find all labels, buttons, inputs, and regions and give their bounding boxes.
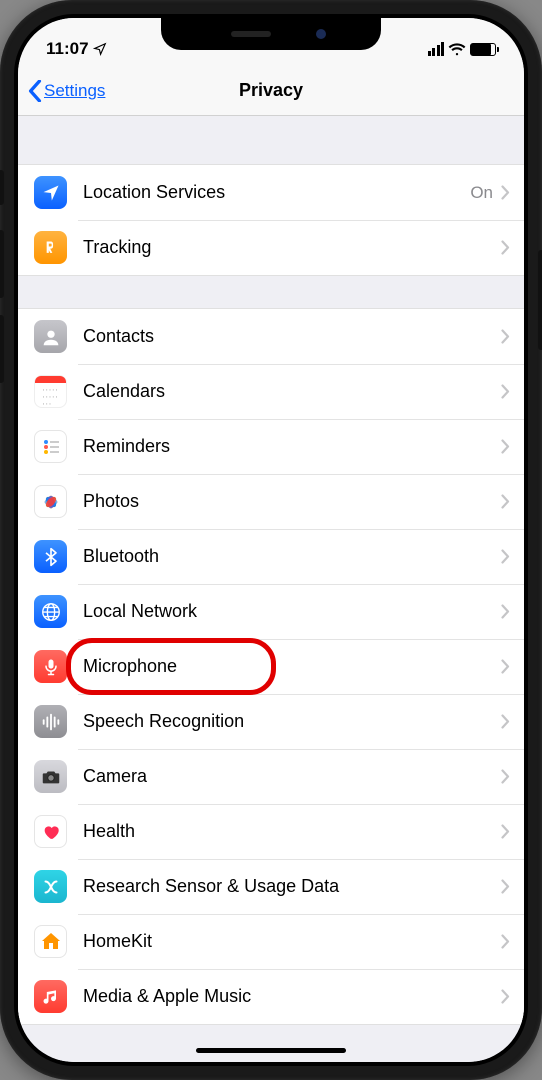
back-button[interactable]: Settings	[28, 80, 105, 102]
globe-icon	[34, 595, 67, 628]
heart-icon	[34, 815, 67, 848]
row-label: Local Network	[83, 601, 501, 622]
cellular-signal-icon	[428, 42, 445, 56]
row-label: Photos	[83, 491, 501, 512]
calendar-icon: ∙∙∙∙∙∙∙∙∙∙∙∙∙	[34, 375, 67, 408]
row-media[interactable]: Media & Apple Music	[18, 969, 524, 1024]
row-label: Bluetooth	[83, 546, 501, 567]
page-title: Privacy	[239, 80, 303, 101]
status-time: 11:07	[46, 39, 89, 59]
chevron-right-icon	[501, 989, 510, 1004]
row-location-services[interactable]: Location Services On	[18, 165, 524, 220]
row-speech-recognition[interactable]: Speech Recognition	[18, 694, 524, 749]
row-label: Reminders	[83, 436, 501, 457]
row-detail: On	[470, 183, 493, 203]
row-label: Contacts	[83, 326, 501, 347]
settings-list[interactable]: Location Services On Tracking	[18, 116, 524, 1062]
row-camera[interactable]: Camera	[18, 749, 524, 804]
row-label: Health	[83, 821, 501, 842]
row-calendars[interactable]: ∙∙∙∙∙∙∙∙∙∙∙∙∙ Calendars	[18, 364, 524, 419]
row-tracking[interactable]: Tracking	[18, 220, 524, 275]
research-icon	[34, 870, 67, 903]
row-label: Tracking	[83, 237, 501, 258]
chevron-left-icon	[28, 80, 42, 102]
chevron-right-icon	[501, 604, 510, 619]
row-microphone[interactable]: Microphone	[18, 639, 524, 694]
row-bluetooth[interactable]: Bluetooth	[18, 529, 524, 584]
row-health[interactable]: Health	[18, 804, 524, 859]
row-label: Microphone	[83, 656, 501, 677]
row-label: HomeKit	[83, 931, 501, 952]
home-indicator[interactable]	[196, 1048, 346, 1053]
chevron-right-icon	[501, 185, 510, 200]
row-homekit[interactable]: HomeKit	[18, 914, 524, 969]
waveform-icon	[34, 705, 67, 738]
location-icon	[34, 176, 67, 209]
row-label: Speech Recognition	[83, 711, 501, 732]
camera-icon	[34, 760, 67, 793]
reminders-icon	[34, 430, 67, 463]
wifi-icon	[448, 42, 466, 56]
row-label: Calendars	[83, 381, 501, 402]
chevron-right-icon	[501, 329, 510, 344]
chevron-right-icon	[501, 549, 510, 564]
battery-icon	[470, 43, 496, 56]
chevron-right-icon	[501, 934, 510, 949]
location-arrow-icon	[93, 42, 107, 56]
photos-icon	[34, 485, 67, 518]
row-local-network[interactable]: Local Network	[18, 584, 524, 639]
chevron-right-icon	[501, 879, 510, 894]
chevron-right-icon	[501, 714, 510, 729]
row-label: Camera	[83, 766, 501, 787]
chevron-right-icon	[501, 384, 510, 399]
row-contacts[interactable]: Contacts	[18, 309, 524, 364]
chevron-right-icon	[501, 439, 510, 454]
chevron-right-icon	[501, 824, 510, 839]
contacts-icon	[34, 320, 67, 353]
row-reminders[interactable]: Reminders	[18, 419, 524, 474]
chevron-right-icon	[501, 769, 510, 784]
chevron-right-icon	[501, 659, 510, 674]
back-label: Settings	[44, 81, 105, 101]
row-label: Research Sensor & Usage Data	[83, 876, 501, 897]
chevron-right-icon	[501, 240, 510, 255]
chevron-right-icon	[501, 494, 510, 509]
row-photos[interactable]: Photos	[18, 474, 524, 529]
music-icon	[34, 980, 67, 1013]
tracking-icon	[34, 231, 67, 264]
row-research[interactable]: Research Sensor & Usage Data	[18, 859, 524, 914]
row-label: Media & Apple Music	[83, 986, 501, 1007]
home-icon	[34, 925, 67, 958]
microphone-icon	[34, 650, 67, 683]
navigation-bar: Settings Privacy	[18, 66, 524, 116]
row-label: Location Services	[83, 182, 470, 203]
bluetooth-icon	[34, 540, 67, 573]
